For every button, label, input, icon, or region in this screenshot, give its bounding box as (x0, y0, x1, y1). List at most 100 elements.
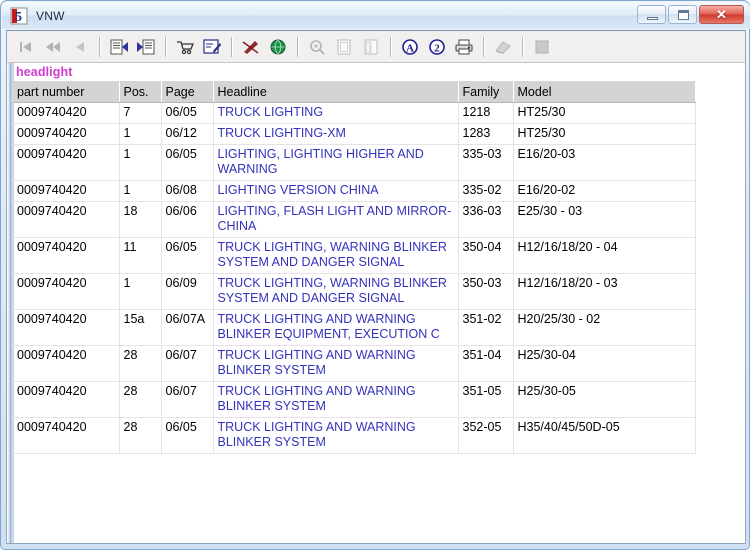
table-row[interactable]: 0009740420 7 06/05 TRUCK LIGHTING 1218 HT25/3… (13, 102, 696, 124)
cell-pos: 28 (119, 345, 162, 382)
headline-link[interactable]: TRUCK LIGHTING, WARNING BLINKER SYSTEM A… (218, 276, 447, 305)
cell-headline[interactable]: TRUCK LIGHTING, WARNING BLINKER SYSTEM A… (213, 273, 459, 310)
headline-link[interactable]: TRUCK LIGHTING-XM (218, 126, 346, 140)
shopping-cart-icon[interactable] (172, 34, 198, 60)
cell-headline[interactable]: TRUCK LIGHTING-XM (213, 123, 459, 145)
svg-text:A: A (406, 42, 414, 54)
maximize-button[interactable] (668, 5, 697, 24)
cell-family: 351-02 (458, 309, 514, 346)
cell-model: E16/20-02 (513, 180, 696, 202)
cell-part-number: 0009740420 (13, 102, 120, 124)
table-row[interactable]: 0009740420 28 06/05 TRUCK LIGHTING AND WARN… (13, 417, 696, 454)
results-table: part number Pos. Page Headline Family Mo… (13, 81, 696, 454)
table-row[interactable]: 0009740420 28 06/07 TRUCK LIGHTING AND WARN… (13, 381, 696, 418)
edit-form-icon[interactable] (199, 34, 225, 60)
cell-pos: 1 (119, 273, 162, 310)
previous-record-icon[interactable] (67, 34, 93, 60)
document-next-icon[interactable] (133, 34, 159, 60)
toolbar-separator (483, 36, 485, 57)
table-row[interactable]: 0009740420 1 06/05 LIGHTING, LIGHTING HIGHE… (13, 144, 696, 181)
page-double-icon[interactable] (358, 34, 384, 60)
fast-rewind-icon[interactable] (40, 34, 66, 60)
table-row[interactable]: 0009740420 18 06/06 LIGHTING, FLASH LIGHT A… (13, 201, 696, 238)
minimize-button[interactable] (637, 5, 666, 24)
cell-page: 06/09 (161, 273, 214, 310)
cell-part-number: 0009740420 (13, 123, 120, 145)
window-controls: ✕ (637, 5, 744, 24)
cell-pos: 1 (119, 144, 162, 181)
cell-part-number: 0009740420 (13, 345, 120, 382)
cell-page: 06/07 (161, 345, 214, 382)
headline-link[interactable]: LIGHTING VERSION CHINA (218, 183, 379, 197)
table-row[interactable]: 0009740420 1 06/12 TRUCK LIGHTING-XM 1283 HT2… (13, 123, 696, 145)
print-icon[interactable] (451, 34, 477, 60)
cell-model: HT25/30 (513, 123, 696, 145)
first-record-icon[interactable] (13, 34, 39, 60)
globe-icon[interactable] (265, 34, 291, 60)
headline-link[interactable]: TRUCK LIGHTING, WARNING BLINKER SYSTEM A… (218, 240, 447, 269)
table-row[interactable]: 0009740420 1 06/09 TRUCK LIGHTING, WARNING … (13, 273, 696, 310)
cell-page: 06/06 (161, 201, 214, 238)
headline-link[interactable]: TRUCK LIGHTING (218, 105, 324, 119)
headline-link[interactable]: LIGHTING, LIGHTING HIGHER AND WARNING (218, 147, 424, 176)
cell-family: 1218 (458, 102, 514, 124)
client-area: A 2 headlight part number Pos. Page Head… (6, 30, 746, 544)
column-header-pos[interactable]: Pos. (119, 81, 162, 103)
cell-model: E16/20-03 (513, 144, 696, 181)
cell-family: 350-03 (458, 273, 514, 310)
close-icon: ✕ (716, 7, 727, 22)
cell-headline[interactable]: LIGHTING VERSION CHINA (213, 180, 459, 202)
column-header-family[interactable]: Family (458, 81, 514, 103)
cell-part-number: 0009740420 (13, 273, 120, 310)
cell-pos: 1 (119, 123, 162, 145)
title-bar: 5 VNW ✕ (2, 2, 750, 29)
column-header-part-number[interactable]: part number (13, 81, 120, 103)
cell-headline[interactable]: TRUCK LIGHTING AND WARNING BLINKER EQUIP… (213, 309, 459, 346)
cell-family: 335-02 (458, 180, 514, 202)
cell-headline[interactable]: TRUCK LIGHTING AND WARNING BLINKER SYSTE… (213, 345, 459, 382)
stop-icon[interactable] (529, 34, 555, 60)
headline-link[interactable]: TRUCK LIGHTING AND WARNING BLINKER SYSTE… (218, 420, 416, 449)
results-panel: headlight part number Pos. Page Headline… (7, 63, 745, 543)
table-row[interactable]: 0009740420 1 06/08 LIGHTING VERSION CHINA 33… (13, 180, 696, 202)
cell-part-number: 0009740420 (13, 309, 120, 346)
close-button[interactable]: ✕ (699, 5, 744, 24)
app-icon: 5 (10, 7, 28, 25)
table-row[interactable]: 0009740420 15a 06/07A TRUCK LIGHTING AND WA… (13, 309, 696, 346)
cell-pos: 15a (119, 309, 162, 346)
cell-headline[interactable]: TRUCK LIGHTING AND WARNING BLINKER SYSTE… (213, 417, 459, 454)
window-title: VNW (36, 8, 65, 23)
headline-link[interactable]: TRUCK LIGHTING AND WARNING BLINKER SYSTE… (218, 384, 416, 413)
cell-page: 06/05 (161, 144, 214, 181)
cell-headline[interactable]: LIGHTING, FLASH LIGHT AND MIRROR-CHINA (213, 201, 459, 238)
toolbar-separator (231, 36, 233, 57)
table-row[interactable]: 0009740420 28 06/07 TRUCK LIGHTING AND WARN… (13, 345, 696, 382)
pen-annotate-icon[interactable] (238, 34, 264, 60)
toolbar-separator (99, 36, 101, 57)
headline-link[interactable]: TRUCK LIGHTING AND WARNING BLINKER EQUIP… (218, 312, 440, 341)
headline-link[interactable]: LIGHTING, FLASH LIGHT AND MIRROR-CHINA (218, 204, 452, 233)
headline-link[interactable]: TRUCK LIGHTING AND WARNING BLINKER SYSTE… (218, 348, 416, 377)
number-two-icon[interactable]: 2 (424, 34, 450, 60)
cell-pos: 28 (119, 417, 162, 454)
column-header-headline[interactable]: Headline (213, 81, 459, 103)
cell-headline[interactable]: LIGHTING, LIGHTING HIGHER AND WARNING (213, 144, 459, 181)
table-row[interactable]: 0009740420 11 06/05 TRUCK LIGHTING, WARNING… (13, 237, 696, 274)
cell-part-number: 0009740420 (13, 381, 120, 418)
cell-headline[interactable]: TRUCK LIGHTING (213, 102, 459, 124)
column-header-page[interactable]: Page (161, 81, 214, 103)
book-icon[interactable] (490, 34, 516, 60)
document-prev-icon[interactable] (106, 34, 132, 60)
cell-part-number: 0009740420 (13, 417, 120, 454)
toolbar: A 2 (7, 31, 745, 63)
cell-pos: 28 (119, 381, 162, 418)
cell-page: 06/07A (161, 309, 214, 346)
column-header-model[interactable]: Model (513, 81, 696, 103)
cell-headline[interactable]: TRUCK LIGHTING, WARNING BLINKER SYSTEM A… (213, 237, 459, 274)
cell-headline[interactable]: TRUCK LIGHTING AND WARNING BLINKER SYSTE… (213, 381, 459, 418)
zoom-icon[interactable] (304, 34, 330, 60)
page-single-icon[interactable] (331, 34, 357, 60)
cell-model: H25/30-05 (513, 381, 696, 418)
cell-pos: 7 (119, 102, 162, 124)
letter-a-icon[interactable]: A (397, 34, 423, 60)
